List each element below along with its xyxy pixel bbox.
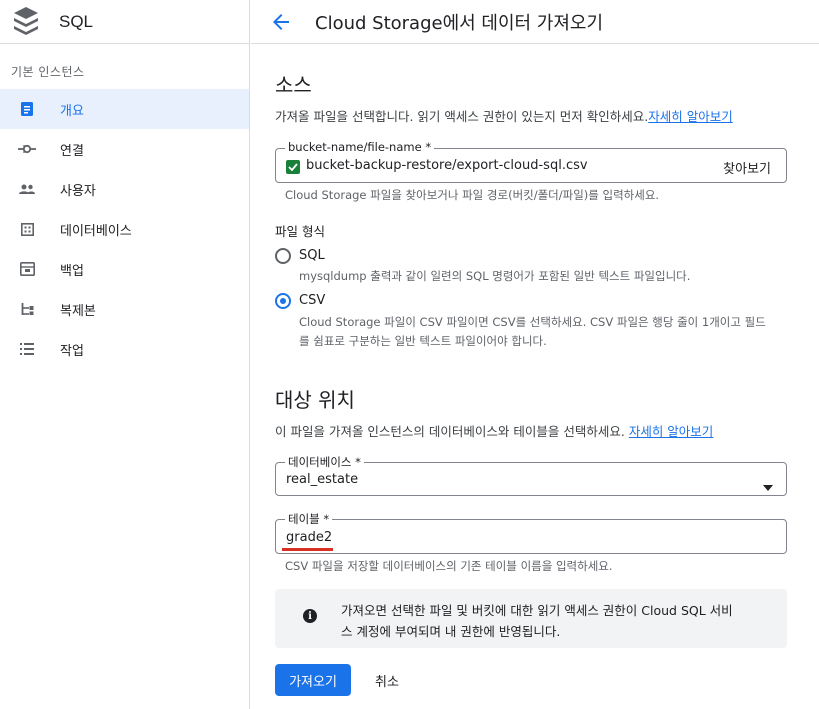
sidebar-item-connections[interactable]: 연결 [0, 129, 249, 169]
sql-radio[interactable] [275, 248, 291, 264]
sidebar: SQL 기본 인스턴스 개요 연결 사용자 데이터베이스 백업 복제본 작업 [0, 0, 250, 709]
browse-button[interactable]: 찾아보기 [723, 158, 771, 177]
sidebar-item-operations[interactable]: 작업 [0, 329, 249, 369]
database-select[interactable]: 데이터베이스 * real_estate [275, 454, 787, 496]
csv-option-description-line1: Cloud Storage 파일이 CSV 파일이면 CSV를 선택하세요. C… [299, 315, 766, 329]
csv-option-label: CSV [299, 293, 326, 308]
info-text-line1: 가져오면 선택한 파일 및 버킷에 대한 읽기 액세스 권한이 Cloud SQ… [341, 603, 733, 618]
destination-learn-more-link[interactable]: 자세히 알아보기 [629, 424, 713, 439]
file-path-input[interactable]: bucket-backup-restore/export-cloud-sql.c… [306, 158, 588, 173]
main-panel: Cloud Storage에서 데이터 가져오기 소스 가져올 파일을 선택합니… [251, 0, 819, 709]
sidebar-item-label: 연결 [60, 143, 84, 159]
info-icon: i [303, 609, 317, 623]
connections-icon [18, 141, 36, 157]
table-hint: CSV 파일을 저장할 데이터베이스의 기존 테이블 이름을 입력하세요. [285, 559, 613, 573]
table-label: 테이블 * [285, 511, 333, 527]
page-title: Cloud Storage에서 데이터 가져오기 [315, 12, 604, 34]
spellcheck-underline [282, 548, 333, 551]
file-path-label: bucket-name/file-name * [285, 140, 435, 154]
csv-option-description-line2: 를 쉼표로 구분하는 일반 텍스트 파일이어야 합니다. [299, 334, 547, 348]
product-title: SQL [59, 11, 94, 31]
replicas-icon [18, 301, 36, 317]
destination-description: 이 파일을 가져올 인스턴스의 데이터베이스와 테이블을 선택하세요. 자세히 … [275, 421, 713, 440]
database-selected-value: real_estate [286, 472, 359, 487]
file-format-label: 파일 형식 [275, 224, 325, 239]
dropdown-arrow-icon [763, 476, 773, 495]
sidebar-item-overview[interactable]: 개요 [0, 89, 249, 129]
sidebar-item-label: 개요 [60, 103, 84, 119]
page-header: Cloud Storage에서 데이터 가져오기 [251, 0, 819, 44]
sidebar-item-label: 사용자 [60, 183, 96, 199]
sidebar-item-label: 백업 [60, 263, 84, 279]
operations-list-icon [18, 341, 36, 357]
sidebar-section-title: 기본 인스턴스 [11, 65, 85, 79]
sidebar-item-label: 작업 [60, 343, 84, 359]
back-arrow-icon[interactable] [269, 10, 293, 34]
sidebar-header: SQL [0, 0, 249, 44]
source-learn-more-link[interactable]: 자세히 알아보기 [648, 109, 732, 124]
sql-option-description: mysqldump 출력과 같이 일련의 SQL 명령어가 포함된 일반 텍스트… [299, 269, 691, 283]
backups-icon [18, 261, 36, 277]
overview-icon [18, 101, 36, 117]
users-icon [18, 181, 36, 197]
sidebar-item-label: 데이터베이스 [60, 223, 132, 239]
csv-radio[interactable] [275, 293, 291, 309]
cancel-button[interactable]: 취소 [375, 671, 399, 690]
source-description: 가져올 파일을 선택합니다. 읽기 액세스 권한이 있는지 먼저 확인하세요.자… [275, 106, 733, 125]
database-label: 데이터베이스 * [285, 454, 364, 470]
import-button[interactable]: 가져오기 [275, 664, 351, 696]
info-banner: i 가져오면 선택한 파일 및 버킷에 대한 읽기 액세스 권한이 Cloud … [275, 589, 787, 648]
databases-icon [18, 221, 36, 237]
file-path-hint: Cloud Storage 파일을 찾아보거나 파일 경로(버킷/폴더/파일)를… [285, 188, 660, 202]
info-text-line2: 스 계정에 부여되며 내 권한에 반영됩니다. [341, 624, 561, 639]
destination-heading: 대상 위치 [275, 388, 355, 412]
sidebar-item-replicas[interactable]: 복제본 [0, 289, 249, 329]
sidebar-item-label: 복제본 [60, 303, 96, 319]
source-description-text: 가져올 파일을 선택합니다. 읽기 액세스 권한이 있는지 먼저 확인하세요. [275, 109, 649, 124]
sidebar-item-databases[interactable]: 데이터베이스 [0, 209, 249, 249]
file-path-field[interactable]: bucket-name/file-name * bucket-backup-re… [275, 140, 787, 183]
destination-description-text: 이 파일을 가져올 인스턴스의 데이터베이스와 테이블을 선택하세요. [275, 424, 625, 439]
cloud-sql-logo-icon [12, 5, 40, 39]
sql-option-label: SQL [299, 248, 325, 263]
sidebar-item-users[interactable]: 사용자 [0, 169, 249, 209]
source-heading: 소스 [275, 73, 312, 97]
table-input[interactable]: grade2 [286, 530, 332, 545]
sidebar-item-backups[interactable]: 백업 [0, 249, 249, 289]
check-icon [286, 160, 300, 174]
table-field[interactable]: 테이블 * grade2 [275, 511, 787, 554]
